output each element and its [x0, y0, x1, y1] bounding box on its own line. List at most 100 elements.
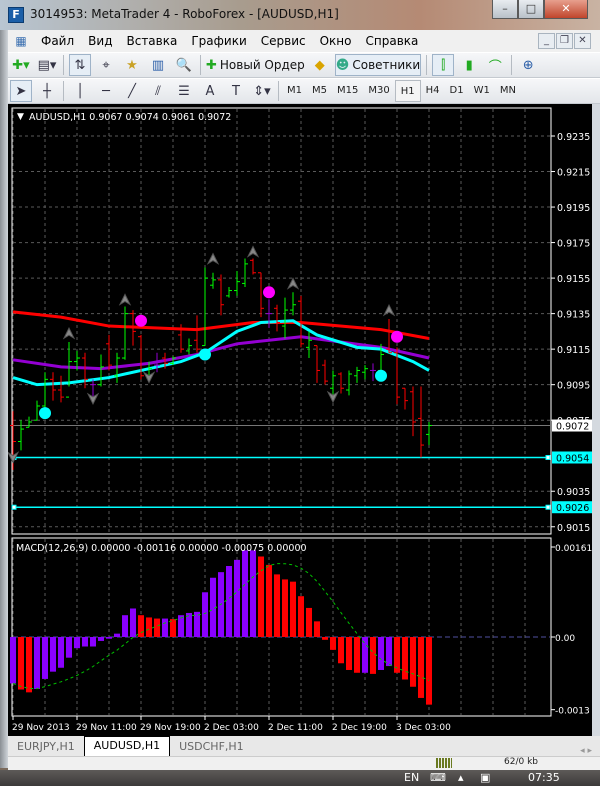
- tray-expand-icon[interactable]: ▴: [458, 771, 464, 784]
- minimize-button[interactable]: –: [492, 0, 518, 19]
- macd-histogram-bar: [266, 564, 272, 637]
- maximize-button[interactable]: □: [518, 0, 544, 19]
- terminal-icon[interactable]: ▥: [147, 54, 169, 76]
- menu-tools[interactable]: Сервис: [254, 34, 313, 48]
- macd-histogram-bar: [10, 637, 16, 684]
- macd-histogram-bar: [330, 637, 336, 650]
- language-indicator[interactable]: EN: [404, 771, 419, 784]
- macd-histogram-bar: [98, 637, 104, 641]
- macd-histogram-bar: [234, 559, 240, 637]
- metaeditor-icon[interactable]: ◆: [309, 54, 331, 76]
- time-tick-label: 2 Dec 03:00: [204, 723, 259, 733]
- macd-histogram-bar: [114, 633, 120, 637]
- macd-histogram-bar: [370, 637, 376, 674]
- new-chart-icon[interactable]: ✚▾: [10, 54, 32, 76]
- price-tick-label: 0.9175: [557, 239, 590, 250]
- timeframe-m1[interactable]: M1: [282, 80, 307, 102]
- cyan-moving-average: [12, 319, 430, 387]
- crosshair-icon[interactable]: ┼: [36, 80, 58, 102]
- toolbar-separator: [511, 55, 513, 75]
- macd-histogram-bar: [410, 637, 416, 687]
- menu-file[interactable]: Файл: [34, 34, 81, 48]
- timeframe-m5[interactable]: M5: [307, 80, 332, 102]
- navigator-icon[interactable]: ★: [121, 54, 143, 76]
- price-chart[interactable]: ▼ AUDUSD,H1 0.9067 0.9074 0.9061 0.9072 …: [6, 104, 592, 736]
- mdi-minimize-button[interactable]: _: [538, 33, 555, 49]
- menu-help[interactable]: Справка: [359, 34, 426, 48]
- macd-histogram-bar: [346, 637, 352, 670]
- menu-insert[interactable]: Вставка: [119, 34, 184, 48]
- new-order-button[interactable]: ✚ Новый Ордер: [206, 54, 305, 76]
- vertical-line-icon[interactable]: │: [69, 80, 91, 102]
- tester-icon[interactable]: 🔍: [173, 54, 195, 76]
- timeframe-m15[interactable]: M15: [332, 80, 363, 102]
- keyboard-icon[interactable]: ⌨: [430, 771, 446, 784]
- collapse-triangle-icon[interactable]: ▼: [17, 112, 24, 122]
- text-label-icon[interactable]: T: [225, 80, 247, 102]
- ohlc-bar: [410, 386, 416, 437]
- cursor-icon[interactable]: ➤: [10, 80, 32, 102]
- macd-histogram-bar: [362, 637, 368, 673]
- macd-histogram-bar: [378, 637, 384, 670]
- text-icon[interactable]: A: [199, 80, 221, 102]
- data-window-icon[interactable]: ⌖: [95, 54, 117, 76]
- macd-histogram-bar: [314, 621, 320, 637]
- macd-histogram-bar: [210, 577, 216, 637]
- menu-view[interactable]: Вид: [81, 34, 119, 48]
- tab-usdchf[interactable]: USDCHF,H1: [170, 738, 253, 756]
- timeframe-m30[interactable]: M30: [363, 80, 394, 102]
- line-chart-icon[interactable]: ⌒: [484, 54, 506, 76]
- bar-chart-icon[interactable]: ⫿: [432, 54, 455, 76]
- mdi-close-button[interactable]: ✕: [574, 33, 591, 49]
- standard-toolbar: ✚▾ ▤▾ ⇅ ⌖ ★ ▥ 🔍 ✚ Новый Ордер ◆ ☻ Советник…: [8, 52, 600, 78]
- clock[interactable]: 07:35: [528, 771, 560, 784]
- chart-menu-icon[interactable]: ▦: [10, 30, 32, 52]
- market-watch-icon[interactable]: ⇅: [69, 54, 91, 76]
- experts-button[interactable]: ☻ Советники: [334, 54, 422, 76]
- horizontal-line-icon[interactable]: ─: [95, 80, 117, 102]
- mdi-restore-button[interactable]: ❐: [556, 33, 573, 49]
- ohlc-bar: [18, 420, 24, 451]
- profiles-icon[interactable]: ▤▾: [36, 54, 58, 76]
- timeframe-d1[interactable]: D1: [445, 80, 469, 102]
- timeframe-h4[interactable]: H4: [421, 80, 445, 102]
- toolbar-separator: [278, 81, 279, 101]
- toolbar-separator: [63, 81, 64, 101]
- fibonacci-icon[interactable]: ☰: [173, 80, 195, 102]
- zoom-in-icon[interactable]: ⊕: [517, 54, 539, 76]
- ohlc-bar: [314, 345, 320, 383]
- macd-histogram-bar: [26, 637, 32, 693]
- ohlc-bar: [202, 267, 208, 347]
- timeframe-h1[interactable]: H1: [394, 80, 421, 102]
- trendline-icon[interactable]: ╱: [121, 80, 143, 102]
- ohlc-bar: [194, 315, 200, 353]
- macd-histogram-bar: [122, 615, 128, 637]
- time-tick-label: 2 Dec 19:00: [332, 723, 387, 733]
- tab-scroll-arrows[interactable]: ◂ ▸: [580, 746, 600, 756]
- chart-window[interactable]: ▼ AUDUSD,H1 0.9067 0.9074 0.9061 0.9072 …: [6, 104, 592, 736]
- menu-window[interactable]: Окно: [313, 34, 359, 48]
- drawing-toolbar: ➤ ┼ │ ─ ╱ ⫽ ☰ A T ⇕▾ M1 M5 M15 M30 H1 H4…: [8, 78, 600, 104]
- close-button[interactable]: ✕: [544, 0, 588, 19]
- menu-charts[interactable]: Графики: [184, 34, 253, 48]
- line-handle: [545, 454, 551, 460]
- price-tick-label: 0.9235: [557, 132, 590, 143]
- tab-eurjpy[interactable]: EURJPY,H1: [8, 738, 84, 756]
- price-tick-label: 0.9215: [557, 168, 590, 179]
- macd-histogram-bar: [202, 592, 208, 637]
- ohlc-bar: [354, 366, 360, 383]
- timeframe-mn[interactable]: MN: [495, 80, 521, 102]
- tab-audusd[interactable]: AUDUSD,H1: [83, 736, 171, 756]
- timeframe-w1[interactable]: W1: [469, 80, 495, 102]
- arrows-icon[interactable]: ⇕▾: [251, 80, 273, 102]
- candlestick-icon[interactable]: ▮: [458, 54, 480, 76]
- macd-histogram-bar: [386, 637, 392, 667]
- fractal-up-arrow-icon: [382, 303, 396, 317]
- network-icon[interactable]: ▣: [480, 771, 490, 784]
- equidistant-channel-icon[interactable]: ⫽: [147, 80, 169, 102]
- ohlc-bar: [82, 352, 88, 389]
- macd-histogram-bar: [226, 566, 232, 637]
- macd-histogram-bar: [306, 607, 312, 637]
- macd-histogram-bar: [58, 637, 64, 668]
- price-tick-label: 0.9095: [557, 381, 590, 392]
